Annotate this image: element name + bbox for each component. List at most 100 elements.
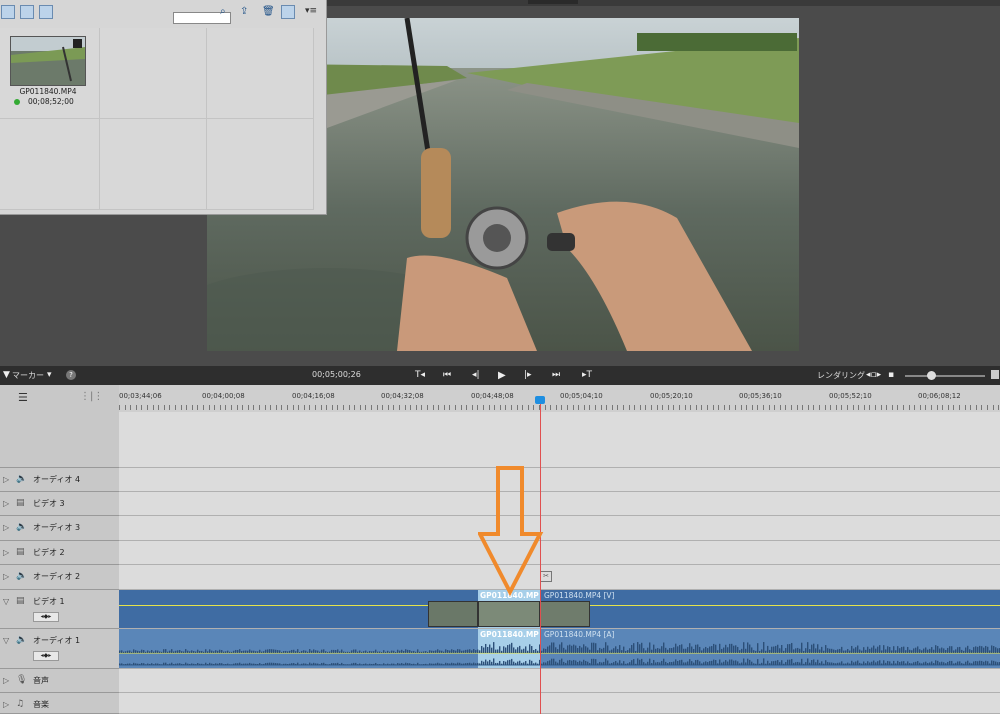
- grid-cell[interactable]: [100, 119, 207, 210]
- grid-cell[interactable]: [207, 28, 314, 119]
- image-icon[interactable]: [20, 5, 34, 19]
- track-label: ビデオ 2: [33, 548, 65, 557]
- go-to-out-icon[interactable]: ▸T: [582, 370, 592, 380]
- zoom-slider[interactable]: [905, 371, 985, 380]
- grid-cell[interactable]: [100, 28, 207, 119]
- speaker-icon[interactable]: 🔈: [16, 571, 27, 581]
- film-icon[interactable]: ▤: [16, 547, 25, 557]
- ruler-minor-tick: [293, 405, 294, 410]
- panel-tab[interactable]: [528, 0, 578, 4]
- collapse-icon[interactable]: ▽: [3, 636, 9, 645]
- pin-icon[interactable]: [281, 5, 295, 19]
- ruler-minor-tick: [438, 405, 439, 410]
- ruler-minor-tick: [337, 405, 338, 410]
- fit-icon[interactable]: ◂▫▸: [866, 370, 881, 380]
- grid-cell[interactable]: [207, 119, 314, 210]
- help-icon[interactable]: ?: [66, 370, 76, 380]
- skip-forward-icon[interactable]: ⏭: [552, 370, 560, 380]
- track-header-audio1[interactable]: ▽ 🔈 オーディオ 1 ◂◆▸: [0, 629, 119, 669]
- clip-frame[interactable]: [428, 601, 478, 627]
- track-header-video2[interactable]: ▷ ▤ ビデオ 2: [0, 541, 119, 565]
- expand-icon[interactable]: ▷: [3, 700, 9, 709]
- zoom-in-icon[interactable]: [991, 370, 999, 379]
- track-headers: ▷ 🔈 オーディオ 4 ▷ ▤ ビデオ 3 ▷ 🔈 オーディオ 3 ▷ ▤ ビデオ 2 ▷ 🔈 オー…: [0, 412, 120, 714]
- playhead-handle[interactable]: [535, 396, 545, 404]
- expand-icon[interactable]: ▷: [3, 572, 9, 581]
- ruler-minor-tick: [825, 405, 826, 410]
- track-audio4[interactable]: [119, 468, 1000, 492]
- zoom-out-icon[interactable]: ▪: [888, 370, 894, 380]
- speaker-icon[interactable]: 🔈: [16, 635, 27, 645]
- track-video3[interactable]: [119, 492, 1000, 516]
- collapse-icon[interactable]: ▼: [3, 370, 10, 380]
- track-header-video1[interactable]: ▽ ▤ ビデオ 1 ◂◆▸: [0, 590, 119, 629]
- export-icon[interactable]: ⇪: [240, 6, 248, 17]
- timeline-tracks[interactable]: ✂ GP011840.MP GP011840.MP4 [V] GP011840.…: [119, 412, 1000, 714]
- music-note-icon[interactable]: ♫: [16, 699, 24, 709]
- speaker-icon[interactable]: 🔈: [16, 522, 27, 532]
- header-spacer: [0, 412, 119, 468]
- ruler-minor-tick: [259, 405, 260, 410]
- expand-icon[interactable]: ▷: [3, 499, 9, 508]
- step-back-icon[interactable]: ◂|: [472, 370, 480, 380]
- track-video2[interactable]: [119, 541, 1000, 565]
- track-music[interactable]: [119, 693, 1000, 714]
- film-icon[interactable]: ▤: [16, 498, 25, 508]
- go-to-in-icon[interactable]: T◂: [415, 370, 425, 380]
- expand-icon[interactable]: ▷: [3, 475, 9, 484]
- clip-frame[interactable]: [540, 601, 590, 627]
- expand-icon[interactable]: ▷: [3, 548, 9, 557]
- keyframe-controls[interactable]: ◂◆▸: [33, 651, 59, 661]
- skip-back-icon[interactable]: ⏮: [443, 370, 451, 380]
- track-header-video3[interactable]: ▷ ▤ ビデオ 3: [0, 492, 119, 516]
- track-audio3[interactable]: [119, 516, 1000, 541]
- track-audio1[interactable]: GP011840.MP GP011840.MP4 [A]: [119, 629, 1000, 669]
- ruler-minor-tick: [421, 405, 422, 410]
- timecode[interactable]: 00;05;00;26: [312, 370, 361, 379]
- expand-icon[interactable]: ▷: [3, 676, 9, 685]
- menu-icon[interactable]: ▾≡: [305, 6, 317, 16]
- film-icon[interactable]: ▤: [16, 596, 25, 606]
- ruler-minor-tick: [393, 405, 394, 410]
- track-video1[interactable]: GP011840.MP GP011840.MP4 [V]: [119, 590, 1000, 629]
- ruler-tick: 00;05;20;10: [650, 392, 693, 400]
- ruler-minor-tick: [757, 405, 758, 410]
- ruler-minor-tick: [500, 405, 501, 410]
- track-header-audio2[interactable]: ▷ 🔈 オーディオ 2: [0, 565, 119, 590]
- step-forward-icon[interactable]: |▸: [524, 370, 532, 380]
- ruler-minor-tick: [567, 405, 568, 410]
- ruler-minor-tick: [959, 405, 960, 410]
- track-label: ビデオ 3: [33, 499, 65, 508]
- ruler-minor-tick: [791, 405, 792, 410]
- track-audio2[interactable]: ✂: [119, 565, 1000, 590]
- grid-cell[interactable]: [0, 119, 100, 210]
- audio-waveform-icon[interactable]: ⋮|⋮: [80, 391, 103, 402]
- ruler-minor-tick: [914, 405, 915, 410]
- expand-icon[interactable]: ▷: [3, 523, 9, 532]
- clip-frame[interactable]: [478, 601, 540, 627]
- search-icon[interactable]: ⌕: [220, 6, 226, 17]
- render-button[interactable]: レンダリング: [817, 370, 865, 381]
- track-header-music[interactable]: ▷ ♫ 音楽: [0, 693, 119, 714]
- ruler-minor-tick: [461, 405, 462, 410]
- marker-menu[interactable]: マーカー: [12, 370, 44, 381]
- clip-thumbnail[interactable]: [10, 36, 86, 86]
- film-icon[interactable]: [1, 5, 15, 19]
- speaker-icon[interactable]: 🔈: [16, 474, 27, 484]
- chevron-down-icon[interactable]: ▾: [47, 370, 52, 380]
- track-settings-icon[interactable]: ☰: [18, 391, 28, 404]
- timeline-ruler[interactable]: 00;03;44;06 00;04;00;08 00;04;16;08 00;0…: [119, 385, 1000, 413]
- play-icon[interactable]: ▶: [498, 370, 506, 381]
- track-voice[interactable]: [119, 669, 1000, 693]
- trash-icon[interactable]: 🗑: [262, 6, 275, 17]
- speaker-icon[interactable]: [39, 5, 53, 19]
- track-header-voice[interactable]: ▷ 🎙 音声: [0, 669, 119, 693]
- ruler-minor-tick: [617, 405, 618, 410]
- empty-track-area[interactable]: [119, 412, 1000, 468]
- track-header-audio4[interactable]: ▷ 🔈 オーディオ 4: [0, 468, 119, 492]
- track-header-audio3[interactable]: ▷ 🔈 オーディオ 3: [0, 516, 119, 541]
- keyframe-controls[interactable]: ◂◆▸: [33, 612, 59, 622]
- zoom-slider-knob[interactable]: [927, 371, 936, 380]
- collapse-icon[interactable]: ▽: [3, 597, 9, 606]
- microphone-icon[interactable]: 🎙: [16, 675, 27, 685]
